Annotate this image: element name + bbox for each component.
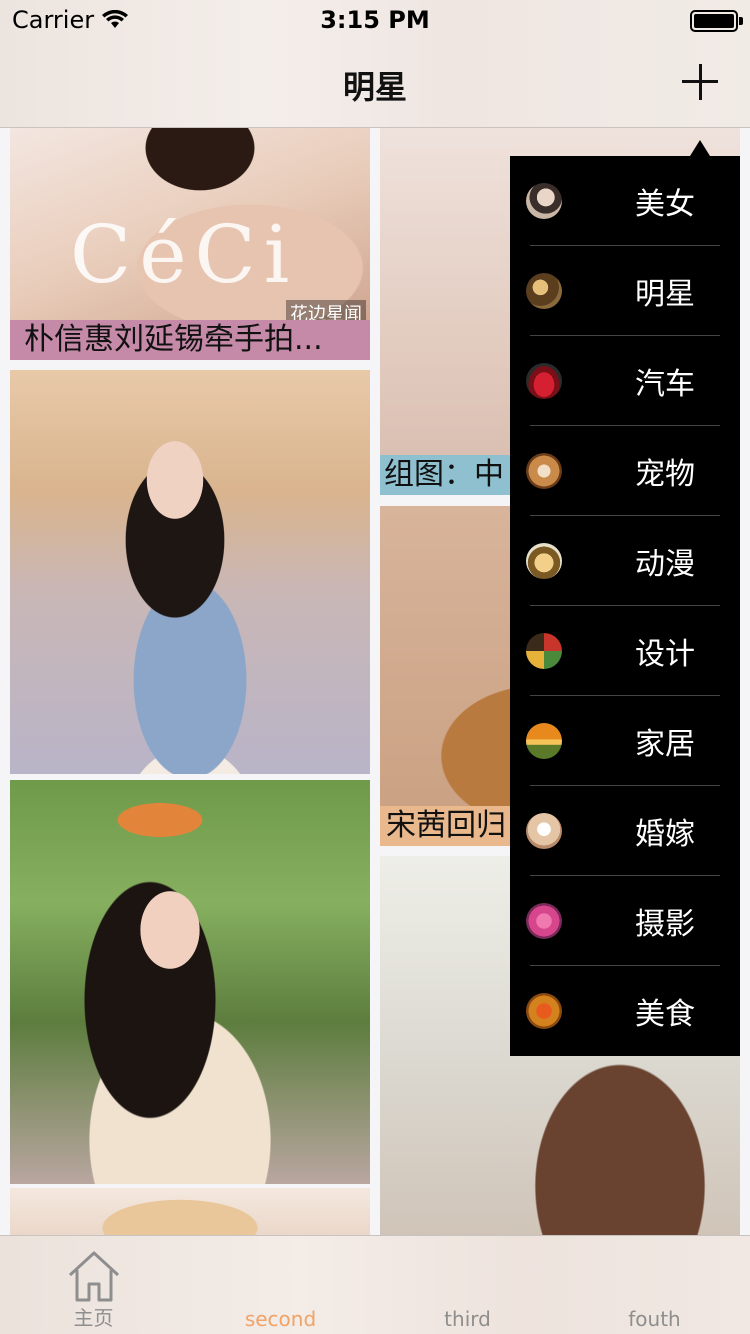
feed-card[interactable]	[10, 780, 370, 1184]
feed-caption: 朴信惠刘延锡牵手拍...	[10, 320, 370, 360]
tab-third[interactable]: third	[374, 1236, 561, 1334]
menu-item-star[interactable]: 明星	[510, 246, 740, 336]
tab-bar: 主页 second third fouth	[0, 1235, 750, 1334]
menu-item-wedding[interactable]: 婚嫁	[510, 786, 740, 876]
page-title: 明星	[342, 68, 407, 106]
menu-item-label: 明星	[635, 277, 695, 312]
menu-item-label: 美食	[635, 997, 695, 1032]
menu-item-car[interactable]: 汽车	[510, 336, 740, 426]
tab-second[interactable]: second	[187, 1236, 374, 1334]
magazine-logo: CéCi	[70, 208, 298, 301]
plus-icon[interactable]	[680, 62, 720, 102]
tab-label: fouth	[628, 1307, 681, 1331]
menu-item-design[interactable]: 设计	[510, 606, 740, 696]
home-icon	[68, 1251, 120, 1302]
menu-item-label: 宠物	[635, 457, 695, 492]
menu-item-label: 设计	[635, 637, 695, 672]
tab-label: 主页	[73, 1306, 114, 1330]
feed-card[interactable]: CéCi 花边星闻 朴信惠刘延锡牵手拍...	[10, 128, 370, 360]
battery-icon	[690, 10, 743, 32]
app-screen: Carrier 3:15 PM 明星 CéCi 花边星闻 朴信惠刘延锡牵手拍..…	[0, 0, 750, 1334]
tab-fouth[interactable]: fouth	[561, 1236, 748, 1334]
menu-item-photography[interactable]: 摄影	[510, 876, 740, 966]
feed-image	[10, 1188, 370, 1235]
category-dropdown-menu: 美女 明星 汽车 宠物 动漫 设计 家居 婚嫁 摄影 美食	[510, 140, 740, 1056]
feed-card[interactable]	[10, 1188, 370, 1235]
tab-home[interactable]: 主页	[0, 1236, 187, 1334]
menu-item-label: 婚嫁	[635, 817, 695, 852]
menu-item-anime[interactable]: 动漫	[510, 516, 740, 606]
menu-item-food[interactable]: 美食	[510, 966, 740, 1056]
menu-item-label: 美女	[635, 187, 695, 222]
feed-card[interactable]	[10, 370, 370, 774]
menu-item-label: 动漫	[635, 547, 695, 582]
feed-image	[10, 780, 370, 1184]
menu-item-label: 摄影	[635, 907, 695, 942]
menu-item-label: 家居	[635, 727, 695, 762]
status-time: 3:15 PM	[320, 6, 430, 34]
feed-image	[10, 370, 370, 774]
tab-label: second	[244, 1307, 317, 1331]
menu-item-pet[interactable]: 宠物	[510, 426, 740, 516]
menu-item-beauty[interactable]: 美女	[510, 156, 740, 246]
menu-item-home-decor[interactable]: 家居	[510, 696, 740, 786]
tab-label: third	[444, 1307, 491, 1331]
menu-item-label: 汽车	[635, 367, 695, 402]
status-bar: Carrier 3:15 PM	[0, 0, 750, 40]
